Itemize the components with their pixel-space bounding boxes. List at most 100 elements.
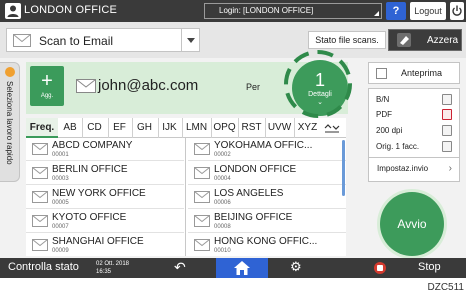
function-select[interactable]: Scan to Email bbox=[6, 28, 200, 52]
plus-icon: + bbox=[41, 70, 53, 92]
tab-ijk[interactable]: IJK bbox=[158, 118, 180, 138]
envelope-icon bbox=[32, 239, 48, 251]
address-entry[interactable]: YOKOHAMA OFFIC... 00002 bbox=[188, 138, 346, 161]
tab-gh[interactable]: GH bbox=[132, 118, 156, 138]
envelope-icon bbox=[32, 191, 48, 203]
sort-icon[interactable] bbox=[324, 122, 340, 134]
envelope-icon bbox=[194, 215, 210, 227]
address-entry[interactable]: LONDON OFFICE 00004 bbox=[188, 162, 346, 185]
login-field[interactable]: Login: [LONDON OFFICE] bbox=[204, 3, 382, 19]
envelope-icon bbox=[32, 143, 48, 155]
send-settings-button[interactable]: Impostaz.invio › bbox=[369, 157, 459, 179]
original-icon bbox=[442, 141, 452, 152]
address-book-list: ABCD COMPANY 00001 YOKOHAMA OFFIC... 000… bbox=[26, 138, 346, 256]
add-destination-button[interactable]: + Agg. bbox=[30, 66, 64, 106]
preview-toggle[interactable]: Anteprima bbox=[368, 62, 460, 84]
column-divider bbox=[185, 138, 186, 256]
reset-button[interactable]: Azzera bbox=[388, 29, 462, 51]
address-number: 00008 bbox=[214, 224, 231, 230]
tab-uvw[interactable]: UVW bbox=[265, 118, 293, 138]
tab-rst[interactable]: RST bbox=[238, 118, 264, 138]
address-name: HONG KONG OFFIC... bbox=[214, 236, 318, 247]
address-number: 00009 bbox=[52, 248, 69, 254]
quick-job-tab[interactable]: Seleziona lavoro rapido bbox=[0, 62, 20, 182]
address-entry[interactable]: BERLIN OFFICE 00003 bbox=[26, 162, 184, 185]
address-name: ABCD COMPANY bbox=[52, 140, 133, 151]
address-number: 00003 bbox=[52, 176, 69, 182]
tab-cd[interactable]: CD bbox=[82, 118, 106, 138]
top-bar: LONDON OFFICE Login: [LONDON OFFICE] ? L… bbox=[0, 0, 466, 22]
scan-settings-card[interactable]: B/N PDF 200 dpi Orig. 1 facc. Impostaz.i… bbox=[368, 88, 460, 182]
tab-freq[interactable]: Freq. bbox=[26, 118, 58, 138]
help-button[interactable]: ? bbox=[386, 2, 406, 20]
back-icon[interactable]: ↶ bbox=[174, 260, 186, 274]
destination-type-label: Per bbox=[246, 82, 261, 92]
address-entry[interactable]: ABCD COMPANY 00001 bbox=[26, 138, 184, 161]
power-button[interactable] bbox=[450, 2, 464, 20]
envelope-icon bbox=[194, 191, 210, 203]
envelope-icon bbox=[76, 79, 96, 93]
envelope-icon bbox=[32, 167, 48, 179]
logout-button[interactable]: Logout bbox=[410, 2, 446, 20]
user-icon bbox=[5, 3, 21, 19]
address-entry[interactable]: NEW YORK OFFICE 00005 bbox=[26, 186, 184, 209]
settings-panel: Anteprima B/N PDF 200 dpi Orig. 1 facc. … bbox=[368, 62, 466, 258]
destination-details-button[interactable]: 1 Dettagli ⌄ bbox=[292, 60, 348, 116]
color-mode-icon bbox=[442, 94, 452, 105]
address-number: 00010 bbox=[214, 248, 231, 254]
address-entry[interactable]: SHANGHAI OFFICE 00009 bbox=[26, 234, 184, 256]
address-name: KYOTO OFFICE bbox=[52, 212, 127, 223]
address-name: NEW YORK OFFICE bbox=[52, 188, 146, 199]
date-time: 02 Ott. 2018 16:35 bbox=[96, 260, 129, 276]
pdf-icon bbox=[442, 109, 452, 120]
envelope-icon bbox=[13, 34, 31, 47]
add-label: Agg. bbox=[40, 93, 54, 99]
quick-job-label: Seleziona lavoro rapido bbox=[5, 81, 14, 165]
stop-button[interactable]: Stop bbox=[418, 261, 441, 273]
home-button[interactable] bbox=[216, 258, 268, 278]
envelope-icon bbox=[194, 167, 210, 179]
address-number: 00002 bbox=[214, 152, 231, 158]
tab-ab[interactable]: AB bbox=[60, 118, 80, 138]
resolution-value: 200 dpi bbox=[376, 126, 403, 135]
send-settings-label: Impostaz.invio bbox=[377, 164, 429, 173]
envelope-icon bbox=[194, 143, 210, 155]
eraser-icon bbox=[397, 33, 411, 47]
address-entry[interactable]: BEIJING OFFICE 00008 bbox=[188, 210, 346, 233]
details-label: Dettagli bbox=[308, 91, 332, 98]
address-index-tabs: Freq. AB CD EF GH IJK LMN OPQ RST UVW XY… bbox=[26, 118, 346, 138]
login-text: Login: [LONDON OFFICE] bbox=[219, 6, 314, 15]
bottom-bar: Controlla stato 02 Ott. 2018 16:35 ↶ ⚙ S… bbox=[0, 258, 466, 278]
address-entry[interactable]: KYOTO OFFICE 00007 bbox=[26, 210, 184, 233]
scan-file-status-button[interactable]: Stato file scans. bbox=[308, 31, 386, 49]
address-name: BEIJING OFFICE bbox=[214, 212, 293, 223]
start-button[interactable]: Avvio bbox=[380, 192, 444, 256]
address-name: LONDON OFFICE bbox=[214, 164, 297, 175]
preview-checkbox[interactable] bbox=[376, 68, 387, 79]
function-bar: Scan to Email Stato file scans. Azzera bbox=[0, 22, 466, 58]
tab-xyz[interactable]: XYZ bbox=[294, 118, 320, 138]
address-name: LOS ANGELES bbox=[214, 188, 284, 199]
address-entry[interactable]: HONG KONG OFFIC... 00010 bbox=[188, 234, 346, 256]
stop-icon[interactable] bbox=[374, 262, 386, 274]
envelope-icon bbox=[194, 239, 210, 251]
color-mode-value: B/N bbox=[376, 95, 390, 104]
original-type-value: Orig. 1 facc. bbox=[376, 142, 420, 151]
time-text: 16:35 bbox=[96, 269, 112, 275]
reset-label: Azzera bbox=[427, 35, 459, 46]
gear-icon[interactable]: ⚙ bbox=[290, 260, 302, 274]
address-name: YOKOHAMA OFFIC... bbox=[214, 140, 313, 151]
tab-lmn[interactable]: LMN bbox=[182, 118, 210, 138]
check-status-button[interactable]: Controlla stato bbox=[8, 261, 79, 273]
preview-label: Anteprima bbox=[401, 68, 443, 78]
tab-ef[interactable]: EF bbox=[108, 118, 130, 138]
corner-indicator-icon bbox=[374, 11, 379, 16]
address-name: SHANGHAI OFFICE bbox=[52, 236, 144, 247]
list-scrollbar[interactable] bbox=[342, 140, 345, 196]
destination-count: 1 bbox=[314, 70, 325, 90]
chevron-down-icon bbox=[181, 29, 199, 51]
address-entry[interactable]: LOS ANGELES 00006 bbox=[188, 186, 346, 209]
tab-opq[interactable]: OPQ bbox=[211, 118, 237, 138]
destination-email[interactable]: john@abc.com bbox=[98, 77, 198, 94]
address-number: 00005 bbox=[52, 200, 69, 206]
